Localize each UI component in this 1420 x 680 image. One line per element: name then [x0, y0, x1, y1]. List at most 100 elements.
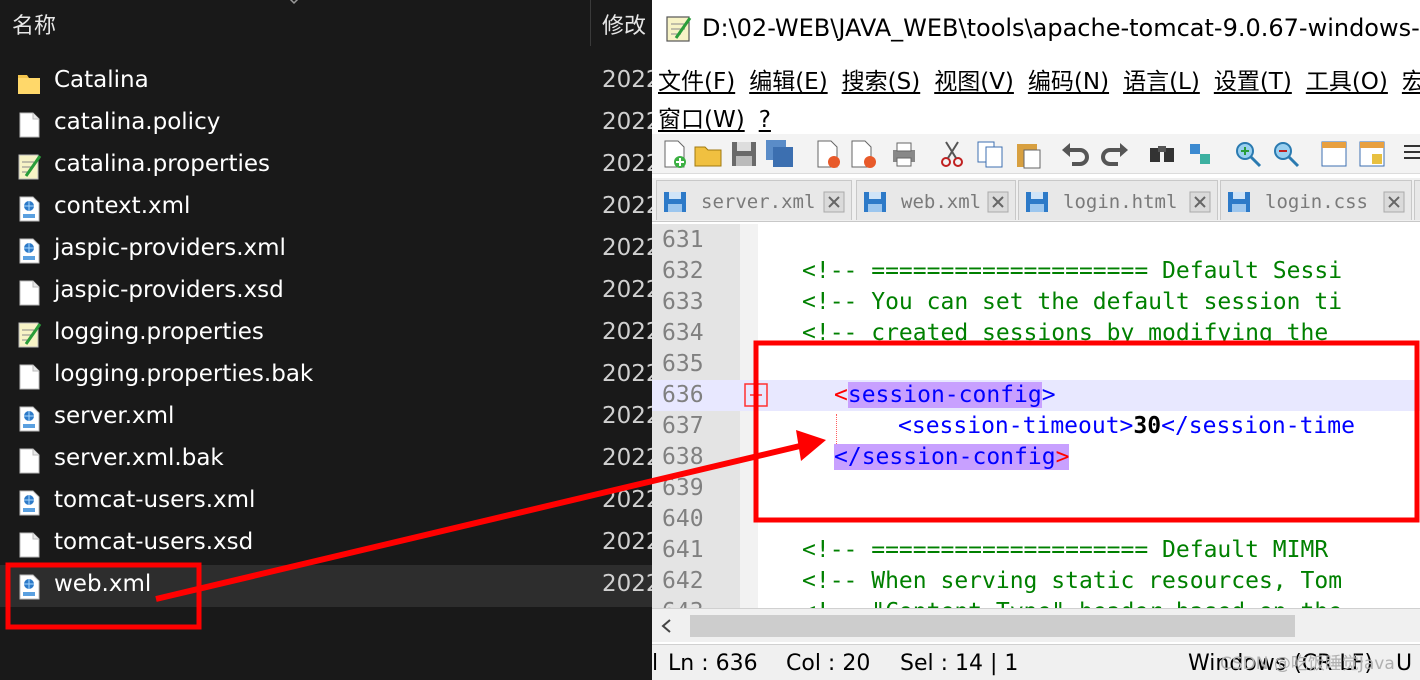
- line-number: 634: [662, 320, 704, 346]
- new-file-icon[interactable]: [658, 138, 690, 170]
- undo-icon[interactable]: [1060, 138, 1092, 170]
- file-row[interactable]: Catalina 2022: [0, 61, 652, 103]
- code-line[interactable]: 640: [652, 504, 1420, 535]
- file-name: catalina.policy: [54, 109, 221, 135]
- modified-column-header[interactable]: 修改: [602, 8, 646, 40]
- document-tab[interactable]: login.html: [1018, 180, 1218, 220]
- code-line[interactable]: 635: [652, 349, 1420, 380]
- menu-item[interactable]: 编辑(E): [749, 69, 827, 95]
- menu-item[interactable]: ?: [759, 107, 771, 133]
- redo-icon[interactable]: [1098, 138, 1130, 170]
- word-wrap-icon[interactable]: [1400, 138, 1420, 170]
- line-code: <session-timeout>30</session-time: [898, 411, 1355, 442]
- document-tab[interactable]: server.xml: [656, 180, 852, 220]
- tag-value: 30: [1133, 413, 1162, 439]
- saved-disk-icon: [664, 192, 686, 212]
- close-all-icon[interactable]: [848, 138, 880, 170]
- window-title-bar[interactable]: D:\02-WEB\JAVA_WEB\tools\apache-tomcat-9…: [652, 0, 1420, 56]
- code-line[interactable]: 638 </session-config>: [652, 442, 1420, 473]
- document-tab[interactable]: web.xml: [856, 180, 1016, 220]
- file-row[interactable]: web.xml 2022: [0, 565, 652, 607]
- notepad-file-icon: [16, 321, 42, 349]
- close-tab-icon[interactable]: [823, 191, 845, 213]
- zoom-out-icon[interactable]: [1270, 138, 1302, 170]
- file-row[interactable]: server.xml.bak 2022: [0, 439, 652, 481]
- file-icon: [16, 279, 42, 307]
- file-row[interactable]: context.xml 2022: [0, 187, 652, 229]
- code-line[interactable]: 641 <!-- ==================== Default MIM…: [652, 535, 1420, 566]
- zoom-in-icon[interactable]: [1232, 138, 1264, 170]
- line-number: 642: [662, 568, 704, 594]
- file-modified-date: 2022: [602, 235, 652, 261]
- menu-item[interactable]: 工具(O): [1306, 69, 1388, 95]
- code-editor[interactable]: 631 632 <!-- ==================== Default …: [652, 224, 1420, 608]
- line-number: 640: [662, 506, 704, 532]
- replace-icon[interactable]: [1184, 138, 1216, 170]
- column-divider[interactable]: [590, 0, 591, 46]
- document-tab[interactable]: login.css: [1220, 180, 1412, 220]
- open-file-icon[interactable]: [692, 138, 724, 170]
- find-icon[interactable]: [1146, 138, 1178, 170]
- file-icon: [16, 363, 42, 391]
- fold-marker-icon[interactable]: [744, 383, 768, 407]
- save-all-icon[interactable]: [764, 138, 796, 170]
- file-row[interactable]: catalina.properties 2022: [0, 145, 652, 187]
- file-row[interactable]: logging.properties 2022: [0, 313, 652, 355]
- code-line[interactable]: 631: [652, 225, 1420, 256]
- line-code: <!-- created sessions by modifying the: [802, 318, 1328, 349]
- file-row[interactable]: catalina.policy 2022: [0, 103, 652, 145]
- saved-disk-icon: [1228, 192, 1250, 212]
- save-icon[interactable]: [728, 138, 760, 170]
- menu-item[interactable]: 编码(N): [1028, 69, 1109, 95]
- file-modified-date: 2022: [602, 67, 652, 93]
- notepadpp-app-icon: [666, 16, 692, 42]
- print-icon[interactable]: [888, 138, 920, 170]
- code-line[interactable]: 637 <session-timeout>30</session-time: [652, 411, 1420, 442]
- menu-item[interactable]: 语言(L): [1123, 69, 1200, 95]
- document-tab-overflow[interactable]: [1414, 180, 1420, 220]
- cut-icon[interactable]: [936, 138, 968, 170]
- file-row[interactable]: server.xml 2022: [0, 397, 652, 439]
- scrollbar-thumb[interactable]: [690, 615, 1295, 637]
- file-name: server.xml.bak: [54, 445, 224, 471]
- code-line[interactable]: 642 <!-- When serving static resources, T…: [652, 566, 1420, 597]
- close-file-icon[interactable]: [812, 138, 844, 170]
- close-tab-icon[interactable]: [987, 191, 1009, 213]
- file-row[interactable]: jaspic-providers.xsd 2022: [0, 271, 652, 313]
- copy-icon[interactable]: [974, 138, 1006, 170]
- file-name: logging.properties: [54, 319, 264, 345]
- menu-item[interactable]: 宏: [1402, 69, 1420, 95]
- xml-file-icon: [16, 237, 42, 265]
- close-tab-icon[interactable]: [1383, 191, 1405, 213]
- file-row[interactable]: logging.properties.bak 2022: [0, 355, 652, 397]
- file-name: tomcat-users.xsd: [54, 529, 254, 555]
- close-tab-icon[interactable]: [1189, 191, 1211, 213]
- horizontal-scrollbar[interactable]: [652, 608, 1420, 642]
- name-column-header[interactable]: 名称: [12, 8, 56, 40]
- file-modified-date: 2022: [602, 319, 652, 345]
- file-modified-date: 2022: [602, 277, 652, 303]
- code-line[interactable]: 639: [652, 473, 1420, 504]
- line-code: <!-- ==================== Default MIMR: [802, 535, 1328, 566]
- menu-item[interactable]: 搜索(S): [842, 69, 921, 95]
- file-name: server.xml: [54, 403, 175, 429]
- code-line[interactable]: 632 <!-- ==================== Default Ses…: [652, 256, 1420, 287]
- tag-close-bracket: >: [1055, 444, 1070, 470]
- sync-scroll-horizontal-icon[interactable]: [1356, 138, 1388, 170]
- file-row[interactable]: tomcat-users.xml 2022: [0, 481, 652, 523]
- status-encoding[interactable]: U: [1396, 651, 1412, 676]
- file-row[interactable]: jaspic-providers.xml 2022: [0, 229, 652, 271]
- menu-item[interactable]: 视图(V): [934, 69, 1014, 95]
- file-row[interactable]: tomcat-users.xsd 2022: [0, 523, 652, 565]
- code-line[interactable]: 643 <!-- "Content-Type" header based on t…: [652, 597, 1420, 608]
- menu-item[interactable]: 文件(F): [658, 69, 735, 95]
- sync-scroll-vertical-icon[interactable]: [1318, 138, 1350, 170]
- file-name: jaspic-providers.xml: [54, 235, 286, 261]
- code-line[interactable]: 633 <!-- You can set the default session …: [652, 287, 1420, 318]
- menu-item[interactable]: 窗口(W): [658, 107, 745, 133]
- line-number: 637: [662, 413, 704, 439]
- menu-item[interactable]: 设置(T): [1214, 69, 1292, 95]
- code-line[interactable]: 634 <!-- created sessions by modifying th…: [652, 318, 1420, 349]
- paste-icon[interactable]: [1012, 138, 1044, 170]
- scroll-left-arrow-icon[interactable]: [660, 619, 674, 633]
